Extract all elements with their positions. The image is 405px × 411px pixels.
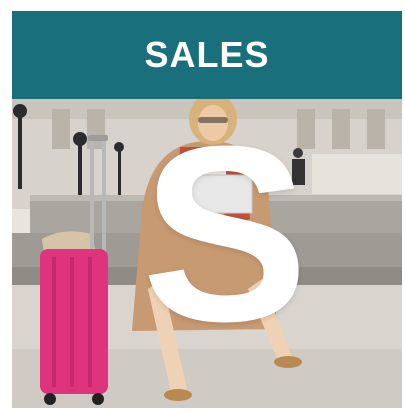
header-banner: SALES xyxy=(12,11,402,99)
sales-promo-tile[interactable]: SALES S xyxy=(12,11,402,408)
header-title: SALES xyxy=(144,34,270,75)
hero-letter: S xyxy=(141,94,309,373)
